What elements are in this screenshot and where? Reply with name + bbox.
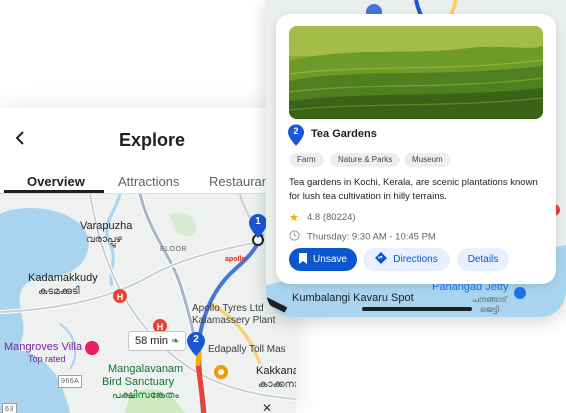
back-button[interactable]	[10, 130, 30, 150]
details-button[interactable]: Details	[457, 248, 509, 271]
map-label-edapally: Edapally Toll Mas	[208, 344, 286, 355]
map-label-kadamakkudy: Kadamakkudy	[28, 272, 98, 284]
card-map-label-kumbalangi: Kumbalangi Kavaru Spot	[292, 292, 414, 304]
tab-attractions[interactable]: Attractions	[118, 174, 179, 189]
map-label-apollo-plant: Kalamassery Plant	[192, 315, 276, 326]
map-label-mangalavanam: Mangalavanam	[108, 363, 184, 375]
svg-text:H: H	[117, 292, 124, 302]
bookmark-icon	[299, 252, 308, 267]
rating-text: 4.8 (80224)	[307, 212, 356, 224]
place-photo	[289, 26, 543, 119]
eta-text: 58 min	[135, 335, 169, 347]
map-pin-1-number: 1	[255, 216, 261, 227]
map-label-kadamakkudy-ml: കടമക്കുടി	[38, 286, 80, 297]
map-label-varapuzha: Varapuzha	[80, 220, 133, 232]
chip-museum[interactable]: Museum	[404, 153, 451, 167]
map-pin-2-number: 2	[193, 334, 199, 345]
place-description: Tea gardens in Kochi, Kerala, are scenic…	[289, 177, 538, 202]
chip-nature-parks[interactable]: Nature & Parks	[330, 153, 401, 167]
card-map-label-panangad-ml2: ജെട്ടി	[480, 305, 499, 314]
map-pin-2[interactable]: 2	[187, 332, 205, 356]
map-label-top-rated: Top rated	[28, 354, 66, 364]
card-pin-number: 2	[293, 126, 299, 136]
directions-label: Directions	[393, 254, 438, 265]
place-title: Tea Gardens	[311, 128, 377, 140]
hours-text: Thursday: 9:30 AM - 10:45 PM	[307, 231, 436, 243]
map-label-apollo: Apollo Tyres Ltd	[192, 303, 264, 314]
tea-plantation-image	[289, 26, 543, 119]
directions-button[interactable]: Directions	[363, 248, 450, 271]
directions-icon	[375, 252, 388, 267]
explore-panel: Explore Overview Attractions Restaurants	[0, 108, 296, 413]
map-label-road-966a: 966A	[58, 375, 83, 388]
clock-icon	[289, 230, 301, 244]
explore-header: Explore	[0, 108, 296, 168]
chip-farm[interactable]: Farm	[289, 153, 324, 167]
details-label: Details	[467, 254, 499, 265]
map-label-mangroves: Mangroves Villa	[4, 341, 83, 353]
unsave-label: Unsave	[313, 254, 347, 265]
leaf-icon: ❧	[171, 336, 180, 347]
card-pin: 2	[288, 124, 304, 146]
back-arrow-icon	[14, 130, 26, 151]
unsave-button[interactable]: Unsave	[289, 248, 357, 271]
star-icon: ★	[289, 212, 299, 224]
page-title: Explore	[119, 130, 186, 150]
map-label-bird-sanctuary: Bird Sanctuary	[102, 376, 175, 388]
map-label-apollo-sign: apollo	[225, 256, 246, 263]
card-map-label-panangad-ml: പനങ്ങാട്	[472, 295, 507, 304]
map-label-varapuzha-ml: വരാപ്പുഴ	[86, 234, 122, 245]
map-label-kakkana: Kakkana	[256, 365, 296, 377]
map-view[interactable]: H H Varapuzha വരാപ്പുഴ ELOOR Kadamakkudy…	[0, 194, 296, 413]
close-icon[interactable]: ✕	[262, 401, 272, 413]
map-pin-1[interactable]: 1	[249, 214, 267, 238]
map-label-bird-sanctuary-ml: പക്ഷിസങ്കേതം	[112, 390, 179, 401]
home-indicator	[362, 307, 472, 311]
place-info-card: 2 Tea Gardens Farm Nature & Parks Museum…	[276, 14, 556, 284]
tab-overview[interactable]: Overview	[27, 174, 85, 189]
hours-row: Thursday: 9:30 AM - 10:45 PM	[289, 230, 436, 244]
rating-row: ★ 4.8 (80224)	[289, 211, 356, 224]
eta-badge: 58 min ❧	[128, 331, 187, 351]
map-label-road-63: 63	[2, 403, 17, 413]
map-label-eloor: ELOOR	[160, 246, 188, 253]
map-label-kakkana-ml: കാക്കനാ	[258, 379, 296, 390]
